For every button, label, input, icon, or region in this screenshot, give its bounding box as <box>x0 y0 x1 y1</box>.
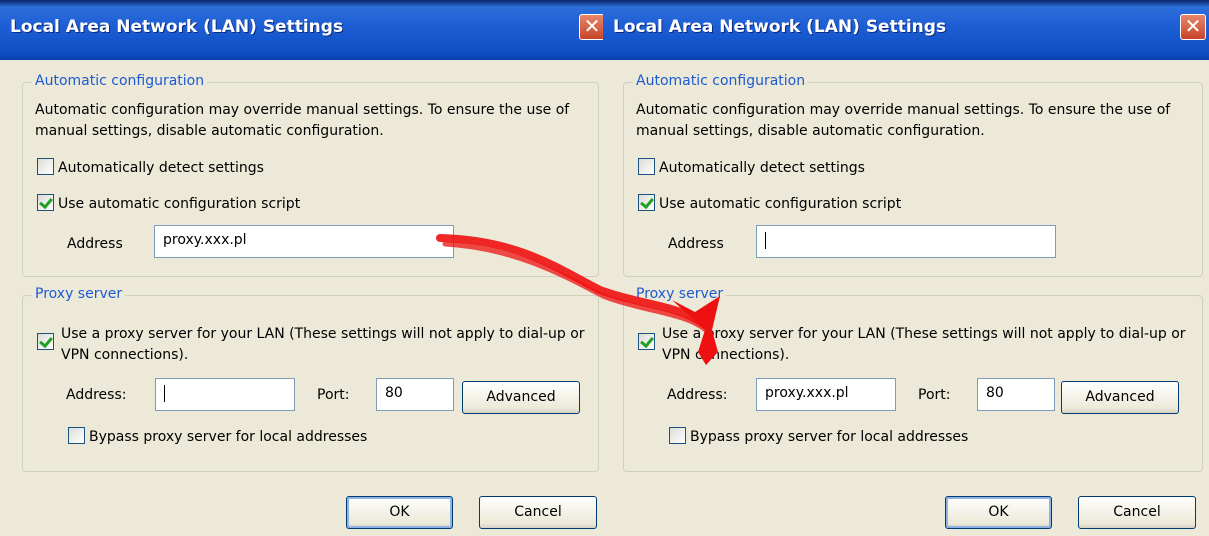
auto-detect-label: Automatically detect settings <box>659 160 865 176</box>
use-proxy-label: Use a proxy server for your LAN (These s… <box>61 326 585 363</box>
proxy-address-label: Address: <box>66 387 127 403</box>
lan-settings-dialog-left: Local Area Network (LAN) Settings ✕ Auto… <box>0 0 605 536</box>
cancel-button[interactable]: Cancel <box>1078 496 1196 529</box>
group-legend: Automatic configuration <box>633 73 809 89</box>
proxy-server-group: Proxy server Use a proxy server for your… <box>623 286 1203 472</box>
script-address-label: Address <box>67 236 123 252</box>
dialog-title: Local Area Network (LAN) Settings <box>613 17 947 37</box>
use-proxy-checkbox[interactable] <box>638 333 655 350</box>
title-bar: Local Area Network (LAN) Settings ✕ <box>0 0 605 60</box>
script-address-input[interactable]: proxy.xxx.pl <box>154 225 454 258</box>
proxy-address-value: proxy.xxx.pl <box>765 385 849 401</box>
automatic-configuration-group: Automatic configuration Automatic config… <box>623 73 1203 277</box>
use-proxy-checkbox[interactable] <box>37 333 54 350</box>
port-input[interactable]: 80 <box>977 378 1055 411</box>
port-value: 80 <box>986 385 1004 401</box>
dialog-title: Local Area Network (LAN) Settings <box>10 17 344 37</box>
close-icon[interactable]: ✕ <box>579 14 605 40</box>
bypass-label: Bypass proxy server for local addresses <box>89 429 368 445</box>
port-label: Port: <box>317 387 350 403</box>
proxy-server-group: Proxy server Use a proxy server for your… <box>22 286 599 472</box>
text-caret <box>765 232 766 249</box>
proxy-address-input[interactable] <box>155 378 295 411</box>
auto-script-checkbox[interactable] <box>37 194 54 211</box>
script-address-value: proxy.xxx.pl <box>163 232 247 248</box>
auto-script-checkbox[interactable] <box>638 194 655 211</box>
proxy-address-label: Address: <box>667 387 728 403</box>
auto-script-label: Use automatic configuration script <box>58 196 301 212</box>
auto-config-description: Automatic configuration may override man… <box>636 102 1171 139</box>
cancel-button[interactable]: Cancel <box>479 496 597 529</box>
use-proxy-label: Use a proxy server for your LAN (These s… <box>662 326 1186 363</box>
advanced-button[interactable]: Advanced <box>1061 381 1179 414</box>
auto-script-row[interactable]: Use automatic configuration script <box>37 194 300 212</box>
bypass-checkbox[interactable] <box>68 427 85 444</box>
ok-button[interactable]: OK <box>346 496 453 529</box>
ok-button[interactable]: OK <box>945 496 1052 529</box>
bypass-checkbox[interactable] <box>669 427 686 444</box>
auto-detect-row[interactable]: Automatically detect settings <box>638 158 865 176</box>
group-legend: Proxy server <box>32 286 126 302</box>
auto-config-description: Automatic configuration may override man… <box>35 102 570 139</box>
bypass-label: Bypass proxy server for local addresses <box>690 429 969 445</box>
port-value: 80 <box>385 385 403 401</box>
auto-detect-label: Automatically detect settings <box>58 160 264 176</box>
bypass-row[interactable]: Bypass proxy server for local addresses <box>669 427 968 445</box>
use-proxy-row[interactable]: Use a proxy server for your LAN (These s… <box>37 324 592 366</box>
auto-detect-row[interactable]: Automatically detect settings <box>37 158 264 176</box>
proxy-address-input[interactable]: proxy.xxx.pl <box>756 378 896 411</box>
use-proxy-row[interactable]: Use a proxy server for your LAN (These s… <box>638 324 1193 366</box>
group-legend: Proxy server <box>633 286 727 302</box>
auto-detect-checkbox[interactable] <box>638 158 655 175</box>
auto-script-row[interactable]: Use automatic configuration script <box>638 194 901 212</box>
close-icon[interactable]: ✕ <box>1180 14 1206 40</box>
bypass-row[interactable]: Bypass proxy server for local addresses <box>68 427 367 445</box>
script-address-input[interactable] <box>756 225 1056 258</box>
automatic-configuration-group: Automatic configuration Automatic config… <box>22 73 599 277</box>
text-caret <box>164 385 165 402</box>
advanced-button[interactable]: Advanced <box>462 381 580 414</box>
lan-settings-dialog-right: Local Area Network (LAN) Settings ✕ Auto… <box>603 0 1209 536</box>
port-input[interactable]: 80 <box>376 378 454 411</box>
port-label: Port: <box>918 387 951 403</box>
group-legend: Automatic configuration <box>32 73 208 89</box>
auto-script-label: Use automatic configuration script <box>659 196 902 212</box>
title-bar: Local Area Network (LAN) Settings ✕ <box>603 0 1209 60</box>
auto-detect-checkbox[interactable] <box>37 158 54 175</box>
script-address-label: Address <box>668 236 724 252</box>
